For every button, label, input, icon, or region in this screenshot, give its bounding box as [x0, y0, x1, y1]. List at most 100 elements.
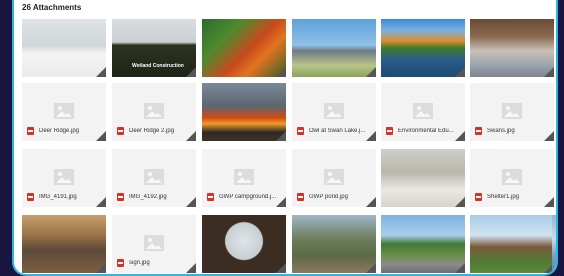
- attachment-image-tile[interactable]: [202, 83, 286, 141]
- file-name: GWP campground.j...: [219, 194, 277, 200]
- file-name: Deer Ridge 2.jpg: [129, 128, 175, 134]
- file-name: Environmental Edu...: [398, 128, 454, 134]
- image-placeholder-icon: [234, 169, 254, 185]
- attachment-file-tile[interactable]: GWP pond.jpg: [292, 149, 376, 207]
- attachment-thumbnail: [381, 215, 465, 273]
- attachment-image-tile[interactable]: [202, 215, 286, 273]
- file-label-bar: Shelter1.jpg: [470, 191, 554, 203]
- attachment-image-tile[interactable]: [22, 19, 106, 77]
- image-placeholder-icon: [144, 235, 164, 251]
- image-placeholder-icon: [324, 103, 344, 119]
- tile-corner-fold-icon: [96, 263, 106, 273]
- attachment-thumbnail: [552, 215, 556, 273]
- file-name: Deer Ridge.jpg: [39, 128, 80, 134]
- tile-corner-fold-icon: [366, 263, 376, 273]
- thumbnail-caption: Wetland Construction: [132, 63, 184, 69]
- image-placeholder-icon: [54, 169, 74, 185]
- tile-corner-fold-icon: [455, 197, 465, 207]
- attachment-image-tile[interactable]: [552, 215, 556, 273]
- image-file-icon: [117, 127, 124, 135]
- attachment-thumbnail: [292, 19, 376, 77]
- file-name: IMG_4191.jpg: [39, 194, 77, 200]
- attachment-file-tile[interactable]: Shelter1.jpg: [470, 149, 554, 207]
- tile-corner-fold-icon: [186, 197, 196, 207]
- image-file-icon: [207, 193, 214, 201]
- attachment-image-tile[interactable]: [381, 215, 465, 273]
- attachment-file-tile[interactable]: sign.jpg: [112, 215, 196, 273]
- attachment-image-tile[interactable]: [470, 19, 554, 77]
- attachment-image-tile[interactable]: [22, 215, 106, 273]
- image-placeholder-icon: [413, 103, 433, 119]
- attachment-file-tile[interactable]: GWP campground.j...: [202, 149, 286, 207]
- file-name: IMG_4192.jpg: [129, 194, 167, 200]
- attachment-image-tile[interactable]: [292, 19, 376, 77]
- tile-corner-fold-icon: [276, 131, 286, 141]
- tile-corner-fold-icon: [544, 197, 554, 207]
- attachment-thumbnail: [470, 215, 554, 273]
- file-label-bar: Deer Ridge 2.jpg: [112, 125, 196, 137]
- tile-corner-fold-icon: [186, 67, 196, 77]
- attachment-thumbnail: [22, 19, 106, 77]
- attachment-thumbnail: [470, 19, 554, 77]
- attachment-thumbnail: [381, 19, 465, 77]
- tile-corner-fold-icon: [186, 131, 196, 141]
- file-name: Owl at Swan Lake.j...: [309, 128, 366, 134]
- attachment-file-tile[interactable]: Swans.jpg: [470, 83, 554, 141]
- attachment-file-tile[interactable]: Environmental Edu...: [381, 83, 465, 141]
- image-placeholder-icon: [502, 169, 522, 185]
- attachment-thumbnail: [202, 19, 286, 77]
- file-name: sign.jpg: [129, 260, 150, 266]
- attachment-image-tile[interactable]: Wetland Construction: [112, 19, 196, 77]
- tile-corner-fold-icon: [186, 263, 196, 273]
- image-placeholder-icon: [144, 169, 164, 185]
- attachment-file-tile[interactable]: IMG_4192.jpg: [112, 149, 196, 207]
- file-label-bar: Deer Ridge.jpg: [22, 125, 106, 137]
- file-label-bar: IMG_4192.jpg: [112, 191, 196, 203]
- attachment-file-tile[interactable]: IMG_4191.jpg: [22, 149, 106, 207]
- file-name: Shelter1.jpg: [487, 194, 520, 200]
- attachment-image-tile[interactable]: [470, 215, 554, 273]
- file-label-bar: GWP campground.j...: [202, 191, 286, 203]
- attachment-image-tile[interactable]: [381, 19, 465, 77]
- attachment-file-tile[interactable]: Owl at Swan Lake.j...: [292, 83, 376, 141]
- attachment-thumbnail: [202, 215, 286, 273]
- file-label-bar: sign.jpg: [112, 257, 196, 269]
- attachment-thumbnail: [202, 83, 286, 141]
- tile-corner-fold-icon: [96, 67, 106, 77]
- tile-corner-fold-icon: [455, 263, 465, 273]
- attachment-file-tile[interactable]: Deer Ridge 2.jpg: [112, 83, 196, 141]
- file-label-bar: Swans.jpg: [470, 125, 554, 137]
- file-label-bar: Environmental Edu...: [381, 125, 465, 137]
- tile-corner-fold-icon: [366, 197, 376, 207]
- attachment-thumbnail: [381, 149, 465, 207]
- image-file-icon: [475, 127, 482, 135]
- file-label-bar: GWP pond.jpg: [292, 191, 376, 203]
- attachments-count-title: 26 Attachments: [22, 3, 82, 12]
- attachment-image-tile[interactable]: [202, 19, 286, 77]
- image-file-icon: [27, 193, 34, 201]
- image-file-icon: [475, 193, 482, 201]
- image-placeholder-icon: [144, 103, 164, 119]
- file-label-bar: IMG_4191.jpg: [22, 191, 106, 203]
- tile-corner-fold-icon: [276, 263, 286, 273]
- file-label-bar: Owl at Swan Lake.j...: [292, 125, 376, 137]
- tile-corner-fold-icon: [366, 67, 376, 77]
- image-placeholder-icon: [54, 103, 74, 119]
- image-file-icon: [297, 127, 304, 135]
- image-file-icon: [27, 127, 34, 135]
- attachment-image-tile[interactable]: [292, 215, 376, 273]
- file-name: GWP pond.jpg: [309, 194, 348, 200]
- image-placeholder-icon: [324, 169, 344, 185]
- attachment-image-tile[interactable]: [381, 149, 465, 207]
- image-file-icon: [117, 259, 124, 267]
- image-file-icon: [117, 193, 124, 201]
- tile-corner-fold-icon: [544, 131, 554, 141]
- tile-corner-fold-icon: [455, 67, 465, 77]
- tile-corner-fold-icon: [544, 67, 554, 77]
- tile-corner-fold-icon: [276, 67, 286, 77]
- tile-corner-fold-icon: [366, 131, 376, 141]
- file-name: Swans.jpg: [487, 128, 515, 134]
- attachment-thumbnail: [22, 215, 106, 273]
- attachment-file-tile[interactable]: Deer Ridge.jpg: [22, 83, 106, 141]
- image-file-icon: [297, 193, 304, 201]
